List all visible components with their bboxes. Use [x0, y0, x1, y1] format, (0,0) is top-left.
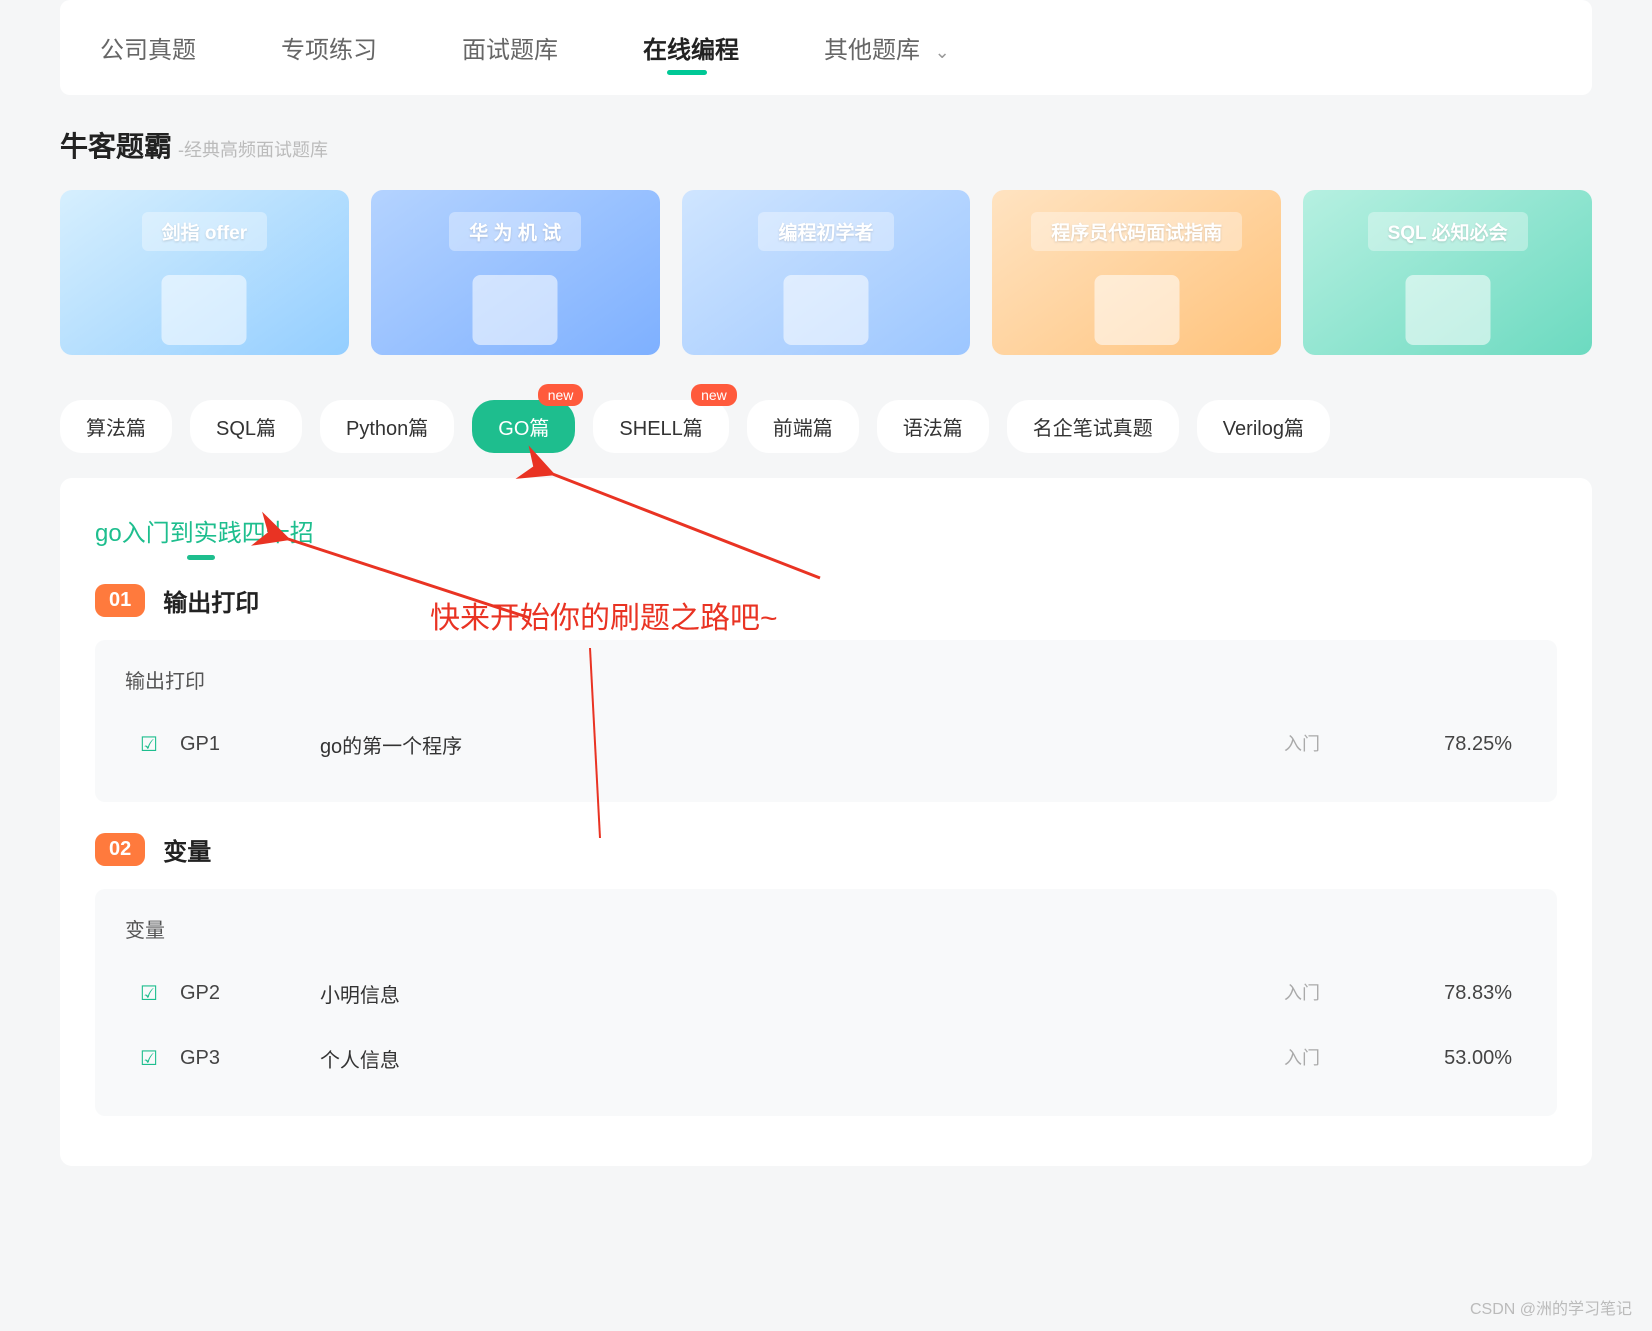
chapter-head: 02 变量 — [95, 832, 1557, 867]
card-huawei-test[interactable]: 华 为 机 试 — [371, 190, 660, 355]
card-label: 编程初学者 — [758, 212, 893, 251]
nav-other-bank[interactable]: 其他题库 ⌄ — [824, 30, 950, 65]
chapter-02: 02 变量 变量 ☑ GP2 小明信息 入门 78.83% ☑ GP3 个人信息… — [95, 832, 1557, 1116]
card-illustration — [162, 275, 247, 345]
chapter-head: 01 输出打印 — [95, 583, 1557, 618]
problem-row[interactable]: ☑ GP2 小明信息 入门 78.83% — [125, 961, 1527, 1026]
card-illustration — [1405, 275, 1490, 345]
category-cards: 剑指 offer 华 为 机 试 编程初学者 程序员代码面试指南 SQL 必知必… — [60, 190, 1592, 355]
problem-id: GP2 — [180, 982, 320, 1005]
chapter-title: 变量 — [163, 832, 211, 867]
problem-level: 入门 — [1262, 735, 1342, 755]
watermark: CSDN @洲的学习笔记 — [1470, 1295, 1632, 1319]
problem-id: GP3 — [180, 1047, 320, 1070]
chevron-down-icon: ⌄ — [935, 42, 950, 63]
nav-special-practice[interactable]: 专项练习 — [281, 30, 377, 65]
card-label: 程序员代码面试指南 — [1031, 212, 1242, 251]
pill-python[interactable]: Python篇 — [320, 400, 454, 453]
chapter-title: 输出打印 — [163, 583, 259, 618]
chapter-subtitle: 输出打印 — [125, 665, 1527, 694]
section-subtitle: -经典高频面试题库 — [178, 136, 328, 162]
top-nav: 公司真题 专项练习 面试题库 在线编程 其他题库 ⌄ — [60, 0, 1592, 95]
problem-title: 小明信息 — [320, 979, 1262, 1008]
nav-online-programming[interactable]: 在线编程 — [643, 30, 739, 65]
problem-rate: 78.25% — [1342, 733, 1512, 756]
new-badge: new — [691, 384, 737, 406]
card-sword-offer[interactable]: 剑指 offer — [60, 190, 349, 355]
section-title-main: 牛客题霸 — [60, 125, 172, 165]
new-badge: new — [538, 384, 584, 406]
problem-level: 入门 — [1262, 1049, 1342, 1069]
section-title: 牛客题霸 -经典高频面试题库 — [60, 125, 1592, 165]
pill-frontend[interactable]: 前端篇 — [747, 400, 859, 453]
check-icon: ☑ — [140, 981, 158, 1006]
chapter-body: 输出打印 ☑ GP1 go的第一个程序 入门 78.25% — [95, 640, 1557, 802]
chapter-number: 01 — [95, 584, 145, 617]
chapter-body: 变量 ☑ GP2 小明信息 入门 78.83% ☑ GP3 个人信息 入门 53… — [95, 889, 1557, 1116]
card-beginner[interactable]: 编程初学者 — [682, 190, 971, 355]
card-label: SQL 必知必会 — [1368, 212, 1528, 251]
card-label: 华 为 机 试 — [449, 212, 581, 251]
check-icon: ☑ — [140, 1046, 158, 1071]
pill-shell-label: SHELL篇 — [619, 418, 702, 440]
card-programmer-guide[interactable]: 程序员代码面试指南 — [992, 190, 1281, 355]
problem-id: GP1 — [180, 733, 320, 756]
panel-title[interactable]: go入门到实践四十招 — [95, 513, 314, 548]
chapter-01: 01 输出打印 输出打印 ☑ GP1 go的第一个程序 入门 78.25% — [95, 583, 1557, 802]
problem-level: 入门 — [1262, 984, 1342, 1004]
card-label: 剑指 offer — [142, 212, 268, 251]
problem-title: 个人信息 — [320, 1044, 1262, 1073]
content-panel: 快来开始你的刷题之路吧~ go入门到实践四十招 01 输出打印 输出打印 ☑ G… — [60, 478, 1592, 1166]
problem-row[interactable]: ☑ GP1 go的第一个程序 入门 78.25% — [125, 712, 1527, 777]
chapter-number: 02 — [95, 833, 145, 866]
problem-row[interactable]: ☑ GP3 个人信息 入门 53.00% — [125, 1026, 1527, 1091]
pill-sql[interactable]: SQL篇 — [190, 400, 302, 453]
pill-go-label: GO篇 — [498, 418, 549, 440]
nav-other-bank-label: 其他题库 — [824, 37, 920, 64]
nav-interview-bank[interactable]: 面试题库 — [462, 30, 558, 65]
pill-go[interactable]: GO篇 new — [472, 400, 575, 453]
card-sql-must-know[interactable]: SQL 必知必会 — [1303, 190, 1592, 355]
filter-pills: 算法篇 SQL篇 Python篇 GO篇 new SHELL篇 new 前端篇 … — [60, 400, 1592, 453]
problem-title: go的第一个程序 — [320, 730, 1262, 759]
problem-rate: 53.00% — [1342, 1047, 1512, 1070]
card-illustration — [1094, 275, 1179, 345]
problem-rate: 78.83% — [1342, 982, 1512, 1005]
nav-company-questions[interactable]: 公司真题 — [100, 30, 196, 65]
pill-grammar[interactable]: 语法篇 — [877, 400, 989, 453]
card-illustration — [473, 275, 558, 345]
pill-verilog[interactable]: Verilog篇 — [1197, 400, 1330, 453]
check-icon: ☑ — [140, 732, 158, 757]
pill-shell[interactable]: SHELL篇 new — [593, 400, 728, 453]
card-illustration — [783, 275, 868, 345]
chapter-subtitle: 变量 — [125, 914, 1527, 943]
pill-algorithm[interactable]: 算法篇 — [60, 400, 172, 453]
pill-company-written[interactable]: 名企笔试真题 — [1007, 400, 1179, 453]
